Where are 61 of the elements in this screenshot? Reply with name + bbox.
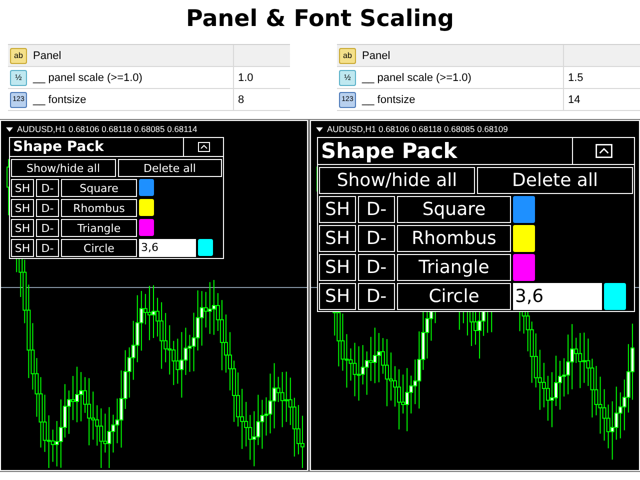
value-field[interactable]: 3,6 [139, 239, 196, 257]
shape-button[interactable]: Square [61, 179, 137, 197]
show-button[interactable]: SH [11, 239, 34, 257]
show-button[interactable]: SH [319, 283, 356, 310]
property-value[interactable]: 14 [568, 94, 580, 106]
property-name: Panel [362, 50, 390, 62]
delete-button[interactable]: D- [36, 199, 59, 217]
dropdown-triangle-icon[interactable] [6, 126, 13, 132]
property-name: __ fontsize [33, 94, 86, 106]
property-name: __ panel scale (>=1.0) [362, 72, 472, 84]
delete-button[interactable]: D- [36, 179, 59, 197]
delete-all-button[interactable]: Delete all [118, 159, 222, 177]
delete-button[interactable]: D- [358, 225, 395, 252]
property-name: __ panel scale (>=1.0) [33, 72, 142, 84]
shape-button[interactable]: Triangle [397, 254, 511, 281]
color-swatch[interactable] [139, 199, 154, 216]
shape-button[interactable]: Triangle [61, 219, 137, 237]
show-button[interactable]: SH [11, 219, 34, 237]
property-value[interactable]: 1.0 [238, 72, 254, 84]
property-value[interactable]: 1.5 [568, 72, 584, 84]
color-swatch[interactable] [604, 283, 626, 310]
shape-button[interactable]: Circle [61, 239, 137, 257]
property-value[interactable]: 8 [238, 94, 244, 106]
type-icon: ab [339, 48, 356, 64]
show-button[interactable]: SH [11, 179, 34, 197]
symbol-quote: AUDUSD,H1 0.68106 0.68118 0.68085 0.68109 [327, 124, 508, 134]
value-field[interactable]: 3,6 [513, 283, 602, 310]
type-icon: ½ [339, 70, 356, 86]
chevron-up-icon [198, 142, 210, 152]
color-swatch[interactable] [513, 196, 535, 223]
color-swatch[interactable] [139, 179, 154, 196]
color-swatch[interactable] [513, 254, 535, 281]
show-button[interactable]: SH [319, 196, 356, 223]
type-icon: ab [10, 48, 27, 64]
symbol-quote: AUDUSD,H1 0.68106 0.68118 0.68085 0.68114 [17, 124, 198, 134]
panel-title: Shape Pack [12, 138, 105, 156]
show-button[interactable]: SH [319, 225, 356, 252]
delete-button[interactable]: D- [358, 196, 395, 223]
show-button[interactable]: SH [319, 254, 356, 281]
dropdown-triangle-icon[interactable] [316, 126, 323, 132]
delete-button[interactable]: D- [358, 254, 395, 281]
delete-button[interactable]: D- [358, 283, 395, 310]
shape-button[interactable]: Rhombus [61, 199, 137, 217]
chevron-up-icon [594, 144, 612, 158]
show-hide-all-button[interactable]: Show/hide all [319, 167, 475, 194]
delete-all-button[interactable]: Delete all [477, 167, 633, 194]
show-hide-all-button[interactable]: Show/hide all [11, 159, 116, 177]
shape-button[interactable]: Rhombus [397, 225, 511, 252]
delete-button[interactable]: D- [36, 239, 59, 257]
panel-title: Shape Pack [320, 138, 458, 164]
shape-button[interactable]: Circle [397, 283, 511, 310]
shape-button[interactable]: Square [397, 196, 511, 223]
page-title: Panel & Font Scaling [185, 5, 455, 34]
show-button[interactable]: SH [11, 199, 34, 217]
delete-button[interactable]: D- [36, 219, 59, 237]
color-swatch[interactable] [513, 225, 535, 252]
property-name: Panel [33, 50, 62, 62]
property-name: __ fontsize [362, 94, 416, 106]
color-swatch[interactable] [139, 219, 154, 236]
type-icon: ½ [10, 70, 27, 86]
color-swatch[interactable] [198, 239, 213, 256]
